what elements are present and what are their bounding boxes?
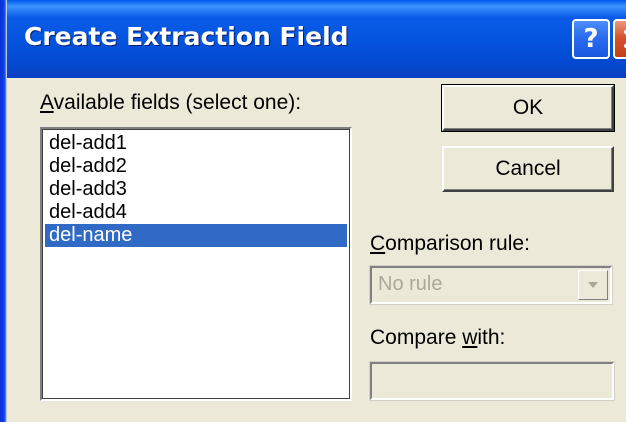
ok-button[interactable]: OK [441, 84, 615, 132]
comparison-rule-select[interactable]: No rule [369, 265, 613, 305]
question-mark-icon: ? [583, 24, 599, 54]
compare-with-input[interactable] [369, 361, 615, 401]
help-button[interactable]: ? [572, 19, 610, 59]
list-item[interactable]: del-name [45, 224, 347, 247]
close-button[interactable] [613, 19, 626, 59]
list-item[interactable]: del-add1 [45, 132, 347, 155]
comparison-rule-label: Comparison rule: [370, 232, 530, 255]
dialog-window: Create Extraction Field ? Available fiel… [0, 0, 626, 422]
ok-button-label: OK [512, 96, 544, 119]
list-item[interactable]: del-add4 [45, 201, 347, 224]
listbox-items: del-add1 del-add2 del-add3 del-add4 del-name [45, 132, 347, 396]
available-fields-listbox[interactable]: del-add1 del-add2 del-add3 del-add4 del-name [40, 127, 352, 401]
compare-with-label: Compare with: [370, 326, 506, 349]
cancel-button-label: Cancel [495, 157, 561, 180]
title-bar[interactable]: Create Extraction Field ? [0, 0, 626, 78]
list-item[interactable]: del-add3 [45, 178, 347, 201]
window-frame-left [0, 0, 7, 422]
cancel-button[interactable]: Cancel [442, 146, 614, 192]
list-item[interactable]: del-add2 [45, 155, 347, 178]
comparison-rule-value: No rule [378, 273, 443, 295]
window-title: Create Extraction Field [24, 22, 349, 51]
chevron-down-icon [588, 282, 598, 288]
comparison-rule-dropdown-button[interactable] [578, 270, 608, 300]
available-fields-label: Available fields (select one): [40, 91, 302, 114]
